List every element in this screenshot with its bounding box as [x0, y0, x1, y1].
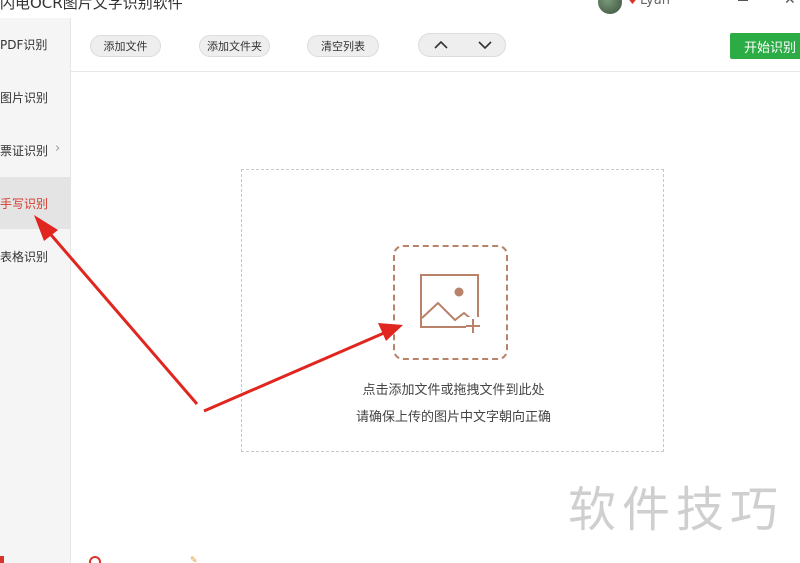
watermark: 软件技巧 [568, 482, 785, 538]
reorder-buttons [418, 33, 506, 57]
chevron-right-icon: › [55, 141, 61, 156]
sidebar-item-label: 票证识别 [0, 143, 49, 158]
toolbar: 添加文件 添加文件夹 清空列表 开始识别 [71, 18, 800, 72]
sidebar-item-label: 表格识别 [0, 249, 49, 264]
sidebar-item-label: PDF识别 [0, 37, 48, 52]
move-up-button[interactable] [419, 34, 463, 56]
bottom-bar-mark-icon: ✎ [190, 556, 198, 563]
add-image-button[interactable] [393, 245, 508, 360]
drop-hint-text: 点击添加文件或拖拽文件到此处 [362, 383, 545, 398]
app-title: 闪电OCR图片文字识别软件 [0, 0, 183, 12]
move-down-button[interactable] [463, 34, 507, 56]
add-image-icon [420, 274, 480, 333]
sidebar-item-handwriting[interactable]: 手写识别 [0, 177, 71, 229]
sidebar-item-image[interactable]: 图片识别 [0, 71, 71, 123]
add-file-button[interactable]: 添加文件 [90, 35, 161, 57]
sidebar-item-label: 手写识别 [0, 196, 49, 211]
minimize-icon[interactable] [738, 0, 748, 1]
sidebar-item-ticket[interactable]: 票证识别 › [0, 124, 71, 176]
username[interactable]: Lyan [640, 0, 670, 8]
sidebar: PDF识别 图片识别 票证识别 › 手写识别 表格识别 [0, 18, 71, 563]
clear-list-button[interactable]: 清空列表 [307, 35, 379, 57]
chevron-up-icon [434, 41, 448, 49]
title-bar: 闪电OCR图片文字识别软件 ♥ Lyan ✕ [0, 0, 800, 18]
start-recognition-button[interactable]: 开始识别 [730, 33, 800, 59]
orientation-hint-text: 请确保上传的图片中文字朝向正确 [355, 410, 551, 425]
sidebar-item-pdf[interactable]: PDF识别 [0, 18, 71, 70]
file-drop-zone[interactable]: 点击添加文件或拖拽文件到此处 请确保上传的图片中文字朝向正确 [241, 169, 664, 452]
chevron-down-icon [478, 41, 492, 49]
sidebar-item-table[interactable]: 表格识别 [0, 230, 71, 282]
sidebar-item-label: 图片识别 [0, 90, 49, 105]
user-avatar[interactable] [598, 0, 622, 14]
vip-heart-icon: ♥ [628, 0, 637, 7]
bottom-bar-icon[interactable] [89, 556, 101, 563]
close-icon[interactable]: ✕ [784, 0, 796, 8]
bottom-bar-indicator [0, 556, 4, 563]
add-folder-button[interactable]: 添加文件夹 [199, 35, 270, 57]
